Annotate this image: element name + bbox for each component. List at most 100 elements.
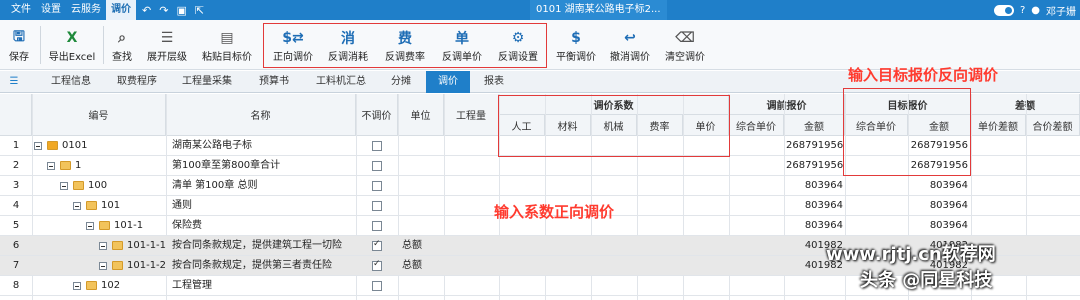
cell-name[interactable]: 按合同条款规定，提供第三者责任险 <box>172 256 354 276</box>
header-no-adjust[interactable]: 不调价 <box>356 94 398 136</box>
row-number: 1 <box>12 140 20 151</box>
cell-code[interactable]: 0101 <box>62 136 87 156</box>
cell-code[interactable]: 101 <box>101 196 120 216</box>
cell-code[interactable]: 101-1-1 <box>127 236 166 256</box>
clear-adjust-label: 清空调价 <box>665 52 705 63</box>
search-icon: ⌕ <box>118 30 126 46</box>
no-adjust-checkbox[interactable] <box>372 181 382 191</box>
tree-collapse-toggle[interactable] <box>60 182 68 190</box>
balance-adjust-button[interactable]: $ 平衡调价 <box>553 22 599 68</box>
paste-target-label: 粘贴目标价 <box>202 52 252 63</box>
tree-collapse-toggle[interactable] <box>47 162 55 170</box>
no-adjust-checkbox[interactable] <box>372 141 382 151</box>
tree-collapse-toggle[interactable] <box>99 262 107 270</box>
watermark-brand: 头条 @同星科技 <box>860 270 993 291</box>
folder-icon <box>86 281 97 290</box>
cell-pre-amount[interactable]: 268791956 <box>786 156 843 176</box>
tab-fee-procedure[interactable]: 取费程序 <box>106 71 168 93</box>
table-row[interactable]: 3 100 清单 第100章 总则 803964 803964 <box>0 176 1080 196</box>
cell-code[interactable]: 102 <box>101 276 120 296</box>
tab-material-summary[interactable]: 工料机汇总 <box>306 71 376 93</box>
cell-target-amount[interactable]: 803964 <box>910 176 968 196</box>
annotation-forward: 输入系数正向调价 <box>494 203 615 221</box>
cell-name[interactable]: 通则 <box>172 196 354 216</box>
cell-target-amount[interactable]: 803964 <box>910 216 968 236</box>
cell-code[interactable]: 1 <box>75 156 81 176</box>
folder-icon <box>112 261 123 270</box>
cell-pre-amount[interactable]: 803964 <box>786 196 843 216</box>
cell-name[interactable]: 保险费 <box>172 216 354 236</box>
redo-quick-icon[interactable]: ↷ <box>159 4 168 17</box>
paste-target-button[interactable]: ▤ 粘贴目标价 <box>198 22 256 68</box>
no-adjust-checkbox[interactable] <box>372 239 382 251</box>
tree-collapse-toggle[interactable] <box>73 202 81 210</box>
header-diff-total[interactable]: 合价差额 <box>1026 115 1080 136</box>
no-adjust-checkbox[interactable] <box>372 201 382 211</box>
export-excel-button[interactable]: X 导出Excel <box>46 22 98 68</box>
menu-cloud[interactable]: 云服务 <box>66 0 106 20</box>
undo-quick-icon[interactable]: ↶ <box>142 4 151 17</box>
cell-pre-amount[interactable]: 803964 <box>786 176 843 196</box>
cell-name[interactable]: 湖南某公路电子标 <box>172 136 354 156</box>
header-pre-amount[interactable]: 金额 <box>784 115 845 136</box>
folder-icon <box>73 181 84 190</box>
tab-project-info[interactable]: 工程信息 <box>40 71 102 93</box>
cell-target-amount[interactable]: 803964 <box>910 196 968 216</box>
cell-pre-amount[interactable]: 268791956 <box>786 136 843 156</box>
cell-unit[interactable]: 总额 <box>402 256 422 276</box>
folder-icon <box>86 201 97 210</box>
menu-adjust-price[interactable]: 调价 <box>106 0 136 20</box>
expand-icon: ☰ <box>160 30 174 46</box>
header-diff-unit[interactable]: 单价差额 <box>971 115 1026 136</box>
cell-unit[interactable]: 总额 <box>402 236 422 256</box>
menu-settings[interactable]: 设置 <box>36 0 66 20</box>
list-menu-icon[interactable]: ☰ <box>4 71 24 93</box>
root-folder-icon <box>47 141 58 150</box>
tab-budget[interactable]: 预算书 <box>248 71 300 93</box>
export-quick-icon[interactable]: ⇱ <box>195 4 204 17</box>
user-name[interactable]: 邓子姗 <box>1046 3 1076 18</box>
tab-report[interactable]: 报表 <box>474 71 514 93</box>
tree-collapse-toggle[interactable] <box>99 242 107 250</box>
header-unit[interactable]: 单位 <box>398 94 444 136</box>
clear-adjust-button[interactable]: ⌫ 清空调价 <box>662 22 708 68</box>
header-quantity[interactable]: 工程量 <box>444 94 499 136</box>
cell-pre-amount[interactable]: 803964 <box>786 216 843 236</box>
header-rownum <box>0 94 32 136</box>
header-code[interactable]: 编号 <box>32 94 166 136</box>
cell-code[interactable]: 100 <box>88 176 107 196</box>
tree-collapse-toggle[interactable] <box>73 282 81 290</box>
cell-name[interactable]: 第100章至第800章合计 <box>172 156 354 176</box>
undo-adjust-button[interactable]: ↩ 撤消调价 <box>607 22 653 68</box>
document-title[interactable]: 0101 湖南某公路电子标2... <box>530 0 667 20</box>
toggle-switch[interactable] <box>993 4 1014 16</box>
save-label: 保存 <box>9 52 29 63</box>
no-adjust-checkbox[interactable] <box>372 221 382 231</box>
find-button[interactable]: ⌕ 查找 <box>108 22 136 68</box>
cell-code[interactable]: 101-1 <box>114 216 143 236</box>
tab-allocation[interactable]: 分摊 <box>382 71 420 93</box>
tree-collapse-toggle[interactable] <box>34 142 42 150</box>
cell-pre-amount[interactable] <box>786 276 843 296</box>
cell-code[interactable]: 101-1-2 <box>127 256 166 276</box>
no-adjust-checkbox[interactable] <box>372 259 382 271</box>
tree-collapse-toggle[interactable] <box>86 222 94 230</box>
save-button[interactable]: 🖫 保存 <box>4 22 34 68</box>
balance-icon: $ <box>571 30 581 46</box>
save-quick-icon[interactable]: ▣ <box>176 4 186 17</box>
main-menu: 文件 设置 云服务 调价 <box>0 0 136 20</box>
tab-quantity[interactable]: 工程量采集 <box>172 71 242 93</box>
header-name[interactable]: 名称 <box>166 94 356 136</box>
tab-adjust-price[interactable]: 调价 <box>426 71 470 93</box>
annotation-reverse: 输入目标报价反向调价 <box>848 66 999 84</box>
expand-level-button[interactable]: ☰ 展开层级 <box>142 22 192 68</box>
header-pre-unit-price[interactable]: 综合单价 <box>729 115 784 136</box>
menu-file[interactable]: 文件 <box>6 0 36 20</box>
cell-name[interactable]: 按合同条款规定，提供建筑工程一切险 <box>172 236 354 256</box>
cell-name[interactable]: 清单 第100章 总则 <box>172 176 354 196</box>
help-icon[interactable]: ? <box>1020 5 1025 16</box>
user-icon[interactable]: ● <box>1031 5 1040 16</box>
no-adjust-checkbox[interactable] <box>372 281 382 291</box>
cell-name[interactable]: 工程管理 <box>172 276 354 296</box>
no-adjust-checkbox[interactable] <box>372 161 382 171</box>
